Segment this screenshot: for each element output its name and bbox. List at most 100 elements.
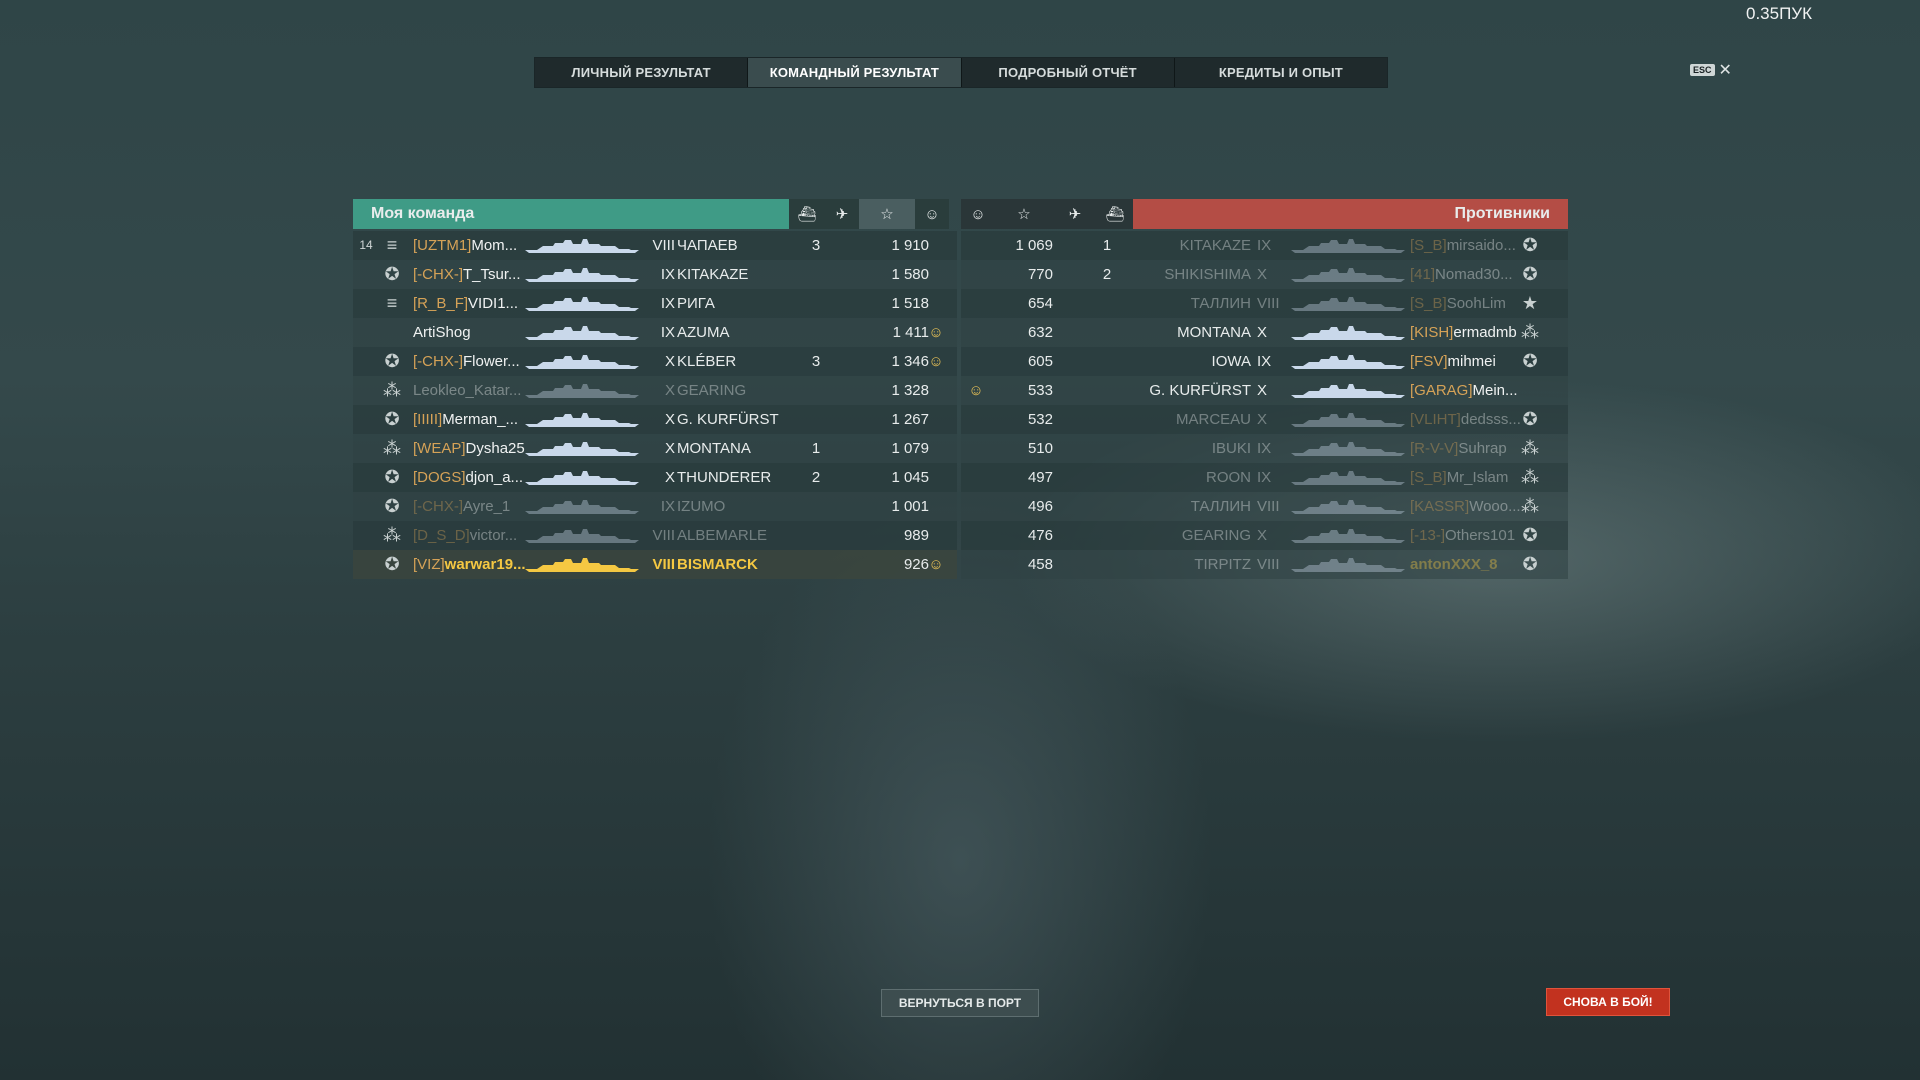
ship-tier: X [1257, 411, 1268, 428]
enemy-player-row[interactable]: 654 ТАЛЛИН VIII [S_B]SoohLim ★ [961, 289, 1568, 318]
enemy-player-row[interactable]: 476 GEARING X [-13-]Others101 ✪ [961, 521, 1568, 550]
planes-count [833, 289, 867, 318]
ship-tier: VIII [652, 556, 675, 573]
status-icon[interactable]: ☺ [961, 199, 995, 229]
player-name[interactable]: [KISH]ermadmb [1410, 318, 1520, 347]
player-name[interactable]: antonXXX_8 [1410, 550, 1520, 579]
planes-destroyed-icon[interactable]: ✈ [1053, 199, 1097, 229]
my-team-player-row[interactable]: ⁂ Leokleo_Katar... X GEARING 1 328 [353, 376, 957, 405]
player-name[interactable]: [DOGS]djon_a... [413, 463, 525, 492]
ship-kills-icon[interactable]: ⛴ [1097, 199, 1133, 229]
player-name[interactable]: [-CHX-]Flower... [413, 347, 525, 376]
player-name[interactable]: [GARAG]Mein... [1410, 376, 1520, 405]
player-name[interactable]: [IIIII]Merman_... [413, 405, 525, 434]
enemy-player-row[interactable]: ☺ 533 G. KURFÜRST X [GARAG]Mein... [961, 376, 1568, 405]
player-name[interactable]: [KASSR]Wooo... [1410, 492, 1520, 521]
tab-3[interactable]: КРЕДИТЫ И ОПЫТ [1175, 58, 1387, 87]
ship-name: MARCEAU [1175, 411, 1251, 428]
player-name[interactable]: [-13-]Others101 [1410, 521, 1520, 550]
result-tabs: ЛИЧНЫЙ РЕЗУЛЬТАТ КОМАНДНЫЙ РЕЗУЛЬТАТ ПОДРО… [534, 57, 1388, 88]
my-team-player-row[interactable]: ≡ [R_B_F]VIDI1... IX РИГА 1 518 [353, 289, 957, 318]
ship-tier: X [1257, 382, 1268, 399]
planes-destroyed-icon[interactable]: ✈ [825, 199, 859, 229]
star-badge-icon: ✪ [384, 351, 400, 371]
enemy-player-row[interactable]: 510 IBUKI IX [R-V-V]Suhrap ⁂ [961, 434, 1568, 463]
enemy-player-row[interactable]: 458 TIRPITZ VIII antonXXX_8 ✪ [961, 550, 1568, 579]
my-team-player-row[interactable]: ✪ [-CHX-]T_Tsur... IX KITAKAZE 1 580 [353, 260, 957, 289]
close-control[interactable]: ESC ✕ [1690, 60, 1732, 80]
player-nickname: djon_a... [465, 469, 524, 486]
player-name[interactable]: ArtiShog [413, 318, 525, 347]
player-name[interactable]: [VIZ]warwar19... [413, 550, 525, 579]
player-name[interactable]: [S_B]Mr_Islam [1410, 463, 1520, 492]
tab-2[interactable]: ПОДРОБНЫЙ ОТЧЁТ [962, 58, 1175, 87]
my-team-player-row[interactable]: ⁂ [WEAP]Dysha25 X MONTANA 1 1 079 [353, 434, 957, 463]
ship-silhouette-icon [525, 297, 639, 311]
enemy-player-row[interactable]: 605 IOWA IX [FSV]mihmei ✪ [961, 347, 1568, 376]
planes-count [1053, 260, 1089, 289]
player-nickname: dedsss... [1460, 411, 1520, 428]
my-team-player-row[interactable]: ArtiShog IX AZUMA 1 411 ☺ [353, 318, 957, 347]
player-name[interactable]: Leokleo_Katar... [413, 376, 525, 405]
experience-star-icon[interactable]: ☆ [859, 199, 915, 229]
experience-star-icon[interactable]: ☆ [995, 199, 1053, 229]
player-name[interactable]: [-CHX-]T_Tsur... [413, 260, 525, 289]
ship-silhouette-icon [1291, 355, 1405, 369]
my-team-player-row[interactable]: ✪ [-CHX-]Ayre_1 IX IZUMO 1 001 [353, 492, 957, 521]
player-nickname: victor... [469, 527, 518, 544]
player-name[interactable]: [41]Nomad30... [1410, 260, 1520, 289]
ship-silhouette [1289, 318, 1409, 347]
return-to-port-button[interactable]: ВЕРНУТЬСЯ В ПОРТ [881, 989, 1039, 1017]
base-experience: 605 [1027, 353, 1053, 370]
my-team-player-row[interactable]: ✪ [IIIII]Merman_... X G. KURFÜRST 1 267 [353, 405, 957, 434]
kills-count: 2 [1102, 266, 1112, 283]
player-name[interactable]: [VLIHT]dedsss... [1410, 405, 1520, 434]
ship-tier: X [1257, 324, 1268, 341]
rank-badge [359, 289, 373, 318]
battle-again-button[interactable]: СНОВА В БОЙ! [1546, 988, 1670, 1016]
player-name[interactable]: [FSV]mihmei [1410, 347, 1520, 376]
player-name[interactable]: [-CHX-]Ayre_1 [413, 492, 525, 521]
ship-name: ТАЛЛИН [1190, 498, 1251, 515]
planes-count [833, 347, 867, 376]
enemy-player-row[interactable]: 632 MONTANA X [KISH]ermadmb ⁂ [961, 318, 1568, 347]
my-team-player-row[interactable]: ⁂ [D_S_D]victor... VIII ALBEMARLE 989 [353, 521, 957, 550]
ship-kills-icon[interactable]: ⛴ [789, 199, 825, 229]
clan-tag: [KISH] [1410, 324, 1454, 341]
kills-count [1089, 521, 1125, 550]
ship-tier: IX [660, 295, 675, 312]
my-team-player-row[interactable]: ✪ [DOGS]djon_a... X THUNDERER 2 1 045 [353, 463, 957, 492]
my-team-player-row[interactable]: ✪ [VIZ]warwar19... VIII BISMARCK 926 ☺ [353, 550, 957, 579]
enemy-player-row[interactable]: 532 MARCEAU X [VLIHT]dedsss... ✪ [961, 405, 1568, 434]
ship-silhouette-icon [525, 500, 639, 514]
scoreboard-row: ≡ [R_B_F]VIDI1... IX РИГА 1 518 654 ТАЛЛИН VIII… [353, 289, 1568, 318]
base-experience: 1 518 [891, 295, 929, 312]
enemy-player-row[interactable]: 497 ROON IX [S_B]Mr_Islam ⁂ [961, 463, 1568, 492]
player-name[interactable]: [D_S_D]victor... [413, 521, 525, 550]
enemy-player-row[interactable]: 1 069 1 KITAKAZE IX [S_B]mirsaido... ✪ [961, 231, 1568, 260]
my-team-player-row[interactable]: ✪ [-CHX-]Flower... X KLÉBER 3 1 346 ☺ [353, 347, 957, 376]
player-name[interactable]: [R-V-V]Suhrap [1410, 434, 1520, 463]
ship-name: AZUMA [677, 324, 730, 341]
ship-name: KLÉBER [677, 353, 737, 370]
status-icon[interactable]: ☺ [915, 199, 949, 229]
status-icon [961, 463, 991, 492]
base-experience: 1 001 [891, 498, 929, 515]
enemy-player-row[interactable]: 496 ТАЛЛИН VIII [KASSR]Wooo... ⁂ [961, 492, 1568, 521]
player-name[interactable]: [WEAP]Dysha25 [413, 434, 525, 463]
base-experience: 632 [1027, 324, 1053, 341]
player-name[interactable]: [S_B]SoohLim [1410, 289, 1520, 318]
player-name[interactable]: [S_B]mirsaido... [1410, 231, 1520, 260]
kills-count [799, 521, 833, 550]
player-name[interactable]: [UZTM1]Mom... [413, 231, 525, 260]
player-name[interactable]: [R_B_F]VIDI1... [413, 289, 525, 318]
enemy-player-row[interactable]: 770 2 SHIKISHIMA X [41]Nomad30... ✪ [961, 260, 1568, 289]
planes-count [1053, 405, 1089, 434]
base-experience: 1 346 [891, 353, 929, 370]
tab-1[interactable]: КОМАНДНЫЙ РЕЗУЛЬТАТ [748, 58, 962, 87]
tab-0[interactable]: ЛИЧНЫЙ РЕЗУЛЬТАТ [535, 58, 749, 87]
ship-name: MONTANA [1177, 324, 1251, 341]
my-team-player-row[interactable]: 14 ≡ [UZTM1]Mom... VIII ЧАПАЕВ 3 1 910 [353, 231, 957, 260]
ship-silhouette [1289, 376, 1409, 405]
close-icon[interactable]: ✕ [1719, 60, 1732, 80]
